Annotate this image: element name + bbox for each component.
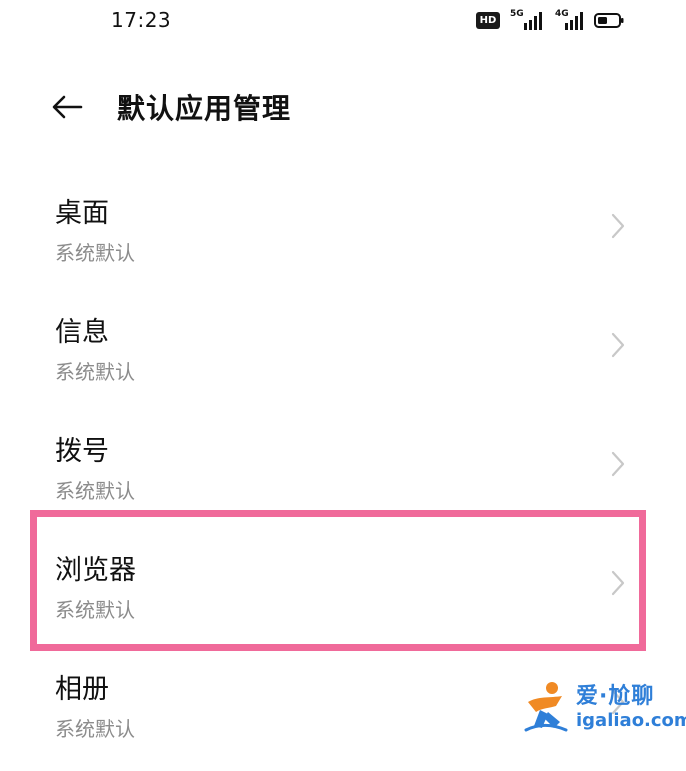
item-subtitle: 系统默认 <box>55 360 135 384</box>
header: 默认应用管理 <box>0 75 686 139</box>
page-title: 默认应用管理 <box>117 92 292 125</box>
item-subtitle: 系统默认 <box>55 717 135 741</box>
watermark: 爱·尬聊 igaliao.com <box>520 678 686 738</box>
item-subtitle: 系统默认 <box>55 479 135 503</box>
battery-icon <box>594 13 624 28</box>
item-title: 拨号 <box>55 436 109 467</box>
chevron-right-icon <box>611 213 625 239</box>
status-bar: 17:23 HD 5G 4G <box>0 0 686 44</box>
arrow-left-icon[interactable] <box>49 89 85 125</box>
watermark-logo-icon <box>524 682 568 732</box>
chevron-right-icon <box>611 570 625 596</box>
hd-icon: HD <box>476 12 500 29</box>
item-subtitle: 系统默认 <box>55 598 135 622</box>
chevron-right-icon <box>611 451 625 477</box>
chevron-right-icon <box>611 332 625 358</box>
list-item-browser[interactable]: 浏览器 系统默认 <box>0 533 686 652</box>
item-title: 相册 <box>55 674 109 705</box>
watermark-url: igaliao.com <box>576 710 686 731</box>
watermark-brand: 爱·尬聊 <box>576 684 655 709</box>
item-subtitle: 系统默认 <box>55 241 135 265</box>
item-title: 信息 <box>55 317 109 348</box>
item-title: 桌面 <box>55 198 109 229</box>
list-item-desktop[interactable]: 桌面 系统默认 <box>0 176 686 295</box>
item-title: 浏览器 <box>55 555 136 586</box>
status-time: 17:23 <box>111 8 172 32</box>
list-item-dialer[interactable]: 拨号 系统默认 <box>0 414 686 533</box>
list-item-messages[interactable]: 信息 系统默认 <box>0 295 686 414</box>
